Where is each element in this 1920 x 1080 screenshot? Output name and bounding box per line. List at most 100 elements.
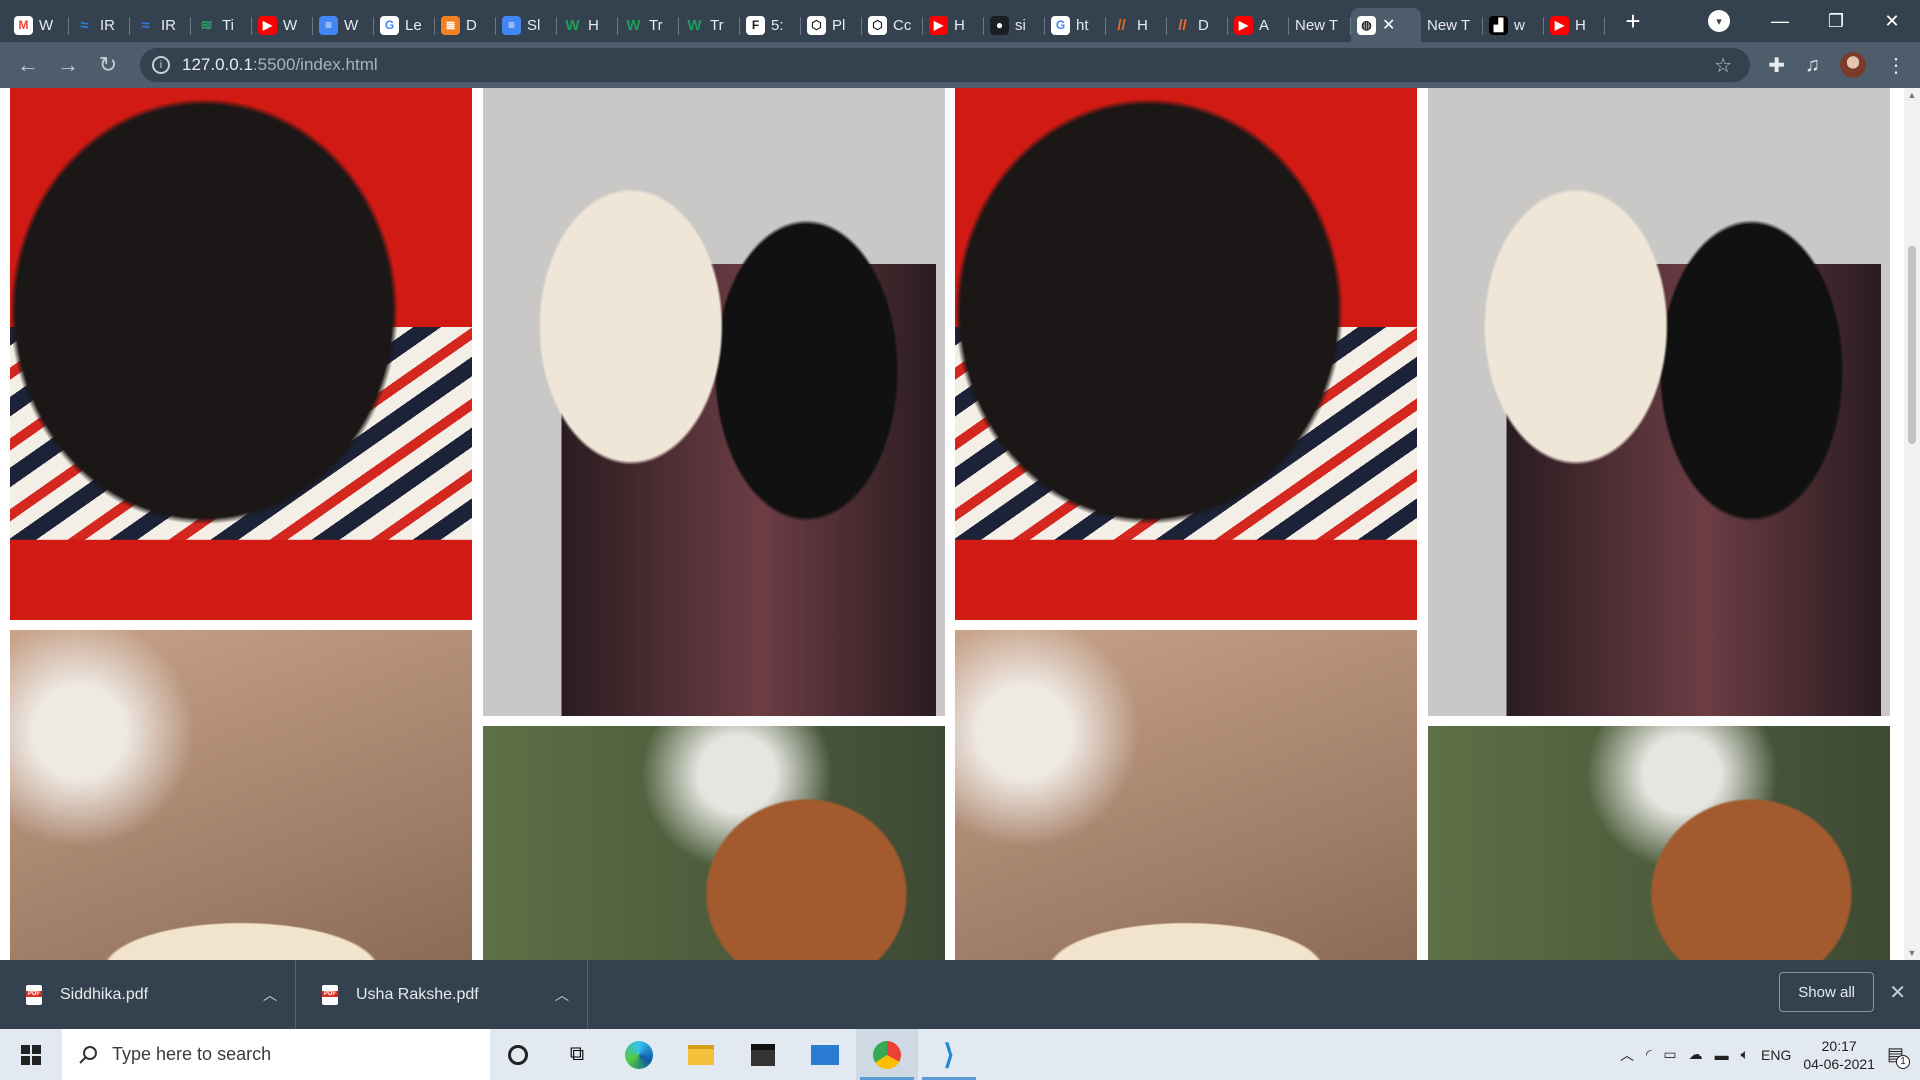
language-indicator[interactable]: ENG [1761, 1047, 1791, 1063]
docs-icon: ≡ [502, 15, 521, 35]
address-bar[interactable]: i 127.0.0.1:5500/index.html ☆ [140, 48, 1750, 82]
slash-icon: // [1117, 16, 1126, 34]
url-text[interactable]: 127.0.0.1:5500/index.html [182, 55, 378, 75]
tab[interactable]: ≋ Ti [191, 8, 252, 42]
profile-avatar[interactable] [1840, 52, 1866, 78]
tab[interactable]: WH [557, 8, 618, 42]
tab-search-icon[interactable]: ▾ [1708, 10, 1730, 32]
site-info-icon[interactable]: i [152, 56, 170, 74]
tab[interactable]: F 5: [740, 8, 801, 42]
wifi-icon[interactable]: ◜ [1646, 1046, 1651, 1063]
chevron-up-icon[interactable]: ︿ [1620, 1045, 1634, 1065]
hex-icon: ⬡ [807, 15, 826, 35]
extensions-icon[interactable]: ✚ [1768, 53, 1785, 78]
tab[interactable]: G Le [374, 8, 435, 42]
search-icon [79, 1045, 97, 1064]
start-button[interactable] [0, 1029, 62, 1080]
vscode-icon[interactable]: ⟩ [918, 1029, 980, 1080]
clock[interactable]: 20:17 04-06-2021 [1803, 1037, 1875, 1073]
scroll-thumb[interactable] [1908, 246, 1916, 444]
close-downloads-icon[interactable]: ✕ [1889, 980, 1906, 1005]
minimize-button[interactable]: — [1752, 11, 1808, 32]
tab-strip: M W ≈ IR ≈ IR ≋ Ti ▶ W ≡ W G Le ≣ D ≡ Sl W H W Tr W Tr F 5: ⬡ Pl ⬡ Cc… [0, 0, 1920, 42]
url-path: :5500/index.html [252, 55, 378, 74]
tab[interactable]: New T [1421, 8, 1483, 42]
battery-icon[interactable]: ▬ [1715, 1047, 1729, 1063]
gallery-photo [483, 88, 945, 716]
tab-title: H [954, 16, 965, 34]
downloads-bar: Siddhika.pdf ︿ Usha Rakshe.pdf ︿ Show al… [0, 960, 1920, 1029]
tab-title: H [1137, 16, 1148, 34]
close-window-button[interactable]: ✕ [1864, 11, 1920, 32]
scroll-down-arrow-icon[interactable]: ▼ [1907, 948, 1917, 958]
download-item[interactable]: Siddhika.pdf ︿ [0, 960, 296, 1029]
vertical-scrollbar[interactable]: ▲ ▼ [1904, 88, 1920, 960]
tab[interactable]: ▶ H [923, 8, 984, 42]
tab[interactable]: ▶ H [1544, 8, 1605, 42]
mail-icon[interactable] [794, 1029, 856, 1080]
forward-arrow-icon[interactable]: → [48, 52, 88, 78]
tab[interactable]: ≡ Sl [496, 8, 557, 42]
tab[interactable]: ⬡ Pl [801, 8, 862, 42]
tab-title: Pl [832, 16, 846, 34]
dark-icon: ▟ [1489, 15, 1508, 35]
gallery-photo [10, 630, 472, 960]
edge-browser-icon[interactable] [608, 1029, 670, 1080]
new-tab-button[interactable]: + [1613, 6, 1653, 37]
tab[interactable]: ● si [984, 8, 1045, 42]
restore-button[interactable]: ❐ [1808, 11, 1864, 32]
tab[interactable]: ▶ A [1228, 8, 1289, 42]
chevron-up-icon[interactable]: ︿ [263, 985, 277, 1005]
tab[interactable]: New T [1289, 8, 1351, 42]
gallery-photo [1428, 726, 1890, 960]
tab-title: Tr [649, 16, 663, 34]
tab[interactable]: Ght [1045, 8, 1106, 42]
tab-active[interactable]: ◍ ✕ [1351, 8, 1421, 42]
meet-now-icon[interactable]: ▭ [1663, 1046, 1676, 1063]
tab-title: Le [405, 16, 422, 34]
scroll-up-arrow-icon[interactable]: ▲ [1907, 90, 1917, 100]
file-explorer-icon[interactable] [670, 1029, 732, 1080]
back-arrow-icon[interactable]: ← [8, 52, 48, 78]
tab[interactable]: ≈ IR [69, 8, 130, 42]
system-tray: ︿ ◜ ▭ ☁ ▬ 🔈︎ ENG 20:17 04-06-2021 ▤ 1 [1620, 1029, 1920, 1080]
chevron-up-icon[interactable]: ︿ [555, 985, 569, 1005]
reload-icon[interactable]: ↻ [88, 52, 128, 78]
tab[interactable]: ▶ W [252, 8, 313, 42]
tab[interactable]: MW [8, 8, 69, 42]
tab[interactable]: ≡ W [313, 8, 374, 42]
chrome-icon[interactable] [856, 1029, 918, 1080]
download-item[interactable]: Usha Rakshe.pdf ︿ [296, 960, 588, 1029]
tab[interactable]: ≈ IR [130, 8, 191, 42]
tab[interactable]: ▟ w [1483, 8, 1544, 42]
gallery-photo [955, 630, 1417, 960]
volume-icon[interactable]: 🔈︎ [1741, 1046, 1749, 1063]
tab-title: w [1514, 16, 1525, 34]
media-control-icon[interactable]: ♫ [1805, 54, 1820, 77]
microsoft-store-icon[interactable] [732, 1029, 794, 1080]
youtube-icon: ▶ [1234, 15, 1253, 35]
youtube-icon: ▶ [258, 15, 277, 35]
cortana-icon[interactable] [490, 1029, 546, 1080]
w-icon: W [687, 16, 702, 34]
tab[interactable]: W Tr [618, 8, 679, 42]
tab[interactable]: W Tr [679, 8, 740, 42]
task-view-icon[interactable]: ⧉ [546, 1029, 608, 1080]
tab-title: H [1575, 16, 1586, 34]
browser-toolbar: ← → ↻ i 127.0.0.1:5500/index.html ☆ ✚ ♫ … [0, 42, 1920, 88]
tab[interactable]: ≣ D [435, 8, 496, 42]
pdf-file-icon [322, 984, 338, 1005]
taskbar-search-box[interactable]: Type here to search [62, 1029, 490, 1080]
onedrive-icon[interactable]: ☁ [1689, 1046, 1703, 1063]
tab[interactable]: ⬡ Cc [862, 8, 923, 42]
tab-close-icon[interactable]: ✕ [1382, 15, 1395, 35]
tab[interactable]: // D [1167, 8, 1228, 42]
tab-title: IR [161, 16, 176, 34]
menu-kebab-icon[interactable]: ⋮ [1886, 53, 1906, 78]
tab-title: A [1259, 16, 1270, 34]
show-all-downloads-button[interactable]: Show all [1779, 972, 1874, 1012]
bookmark-star-icon[interactable]: ☆ [1714, 53, 1732, 78]
notification-icon[interactable]: ▤ 1 [1887, 1044, 1910, 1069]
tab[interactable]: // H [1106, 8, 1167, 42]
tab-title: Ti [222, 16, 234, 34]
